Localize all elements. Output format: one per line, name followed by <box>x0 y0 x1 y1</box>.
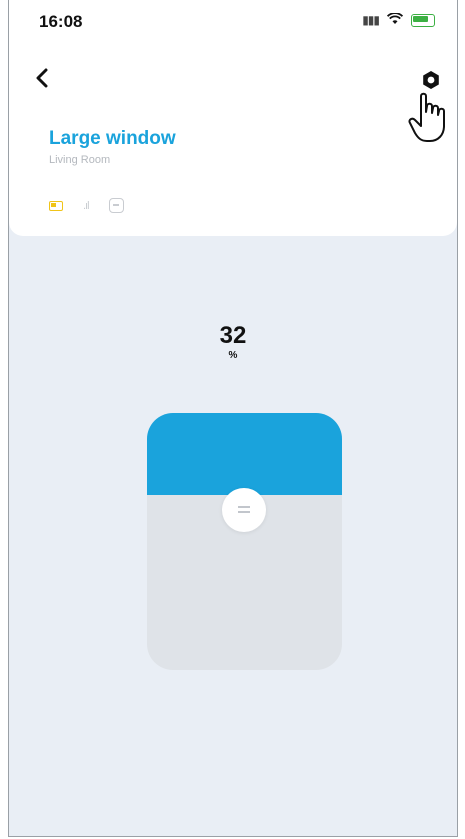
hand-cursor-icon <box>407 92 451 144</box>
position-unit: % <box>228 350 238 361</box>
blind-fill <box>147 413 342 495</box>
drag-handle-icon <box>238 506 250 513</box>
battery-icon <box>411 13 435 27</box>
back-button[interactable] <box>35 66 49 92</box>
settings-button[interactable] <box>421 70 441 90</box>
device-title: Large window <box>49 128 176 149</box>
mode-icon <box>108 198 124 213</box>
device-status-row: .ıl <box>49 198 124 213</box>
gear-icon <box>423 71 439 89</box>
status-icons: ▮▮▮ <box>362 12 435 28</box>
status-bar: 16:08 ▮▮▮ <box>9 0 457 40</box>
status-time: 16:08 <box>39 12 83 31</box>
device-header-card: 16:08 ▮▮▮ Large window Living Room .ıl <box>9 0 457 236</box>
signal-icon: .ıl <box>83 199 89 212</box>
blind-drag-handle[interactable] <box>222 488 266 532</box>
wifi-icon <box>386 12 404 28</box>
device-room: Living Room <box>49 154 111 166</box>
position-value: 32 <box>219 322 247 349</box>
blind-control[interactable] <box>147 413 342 670</box>
battery-icon <box>49 200 63 211</box>
phone-screen: 16:08 ▮▮▮ Large window Living Room .ıl 3… <box>8 0 458 837</box>
cellular-icon: ▮▮▮ <box>362 13 380 27</box>
